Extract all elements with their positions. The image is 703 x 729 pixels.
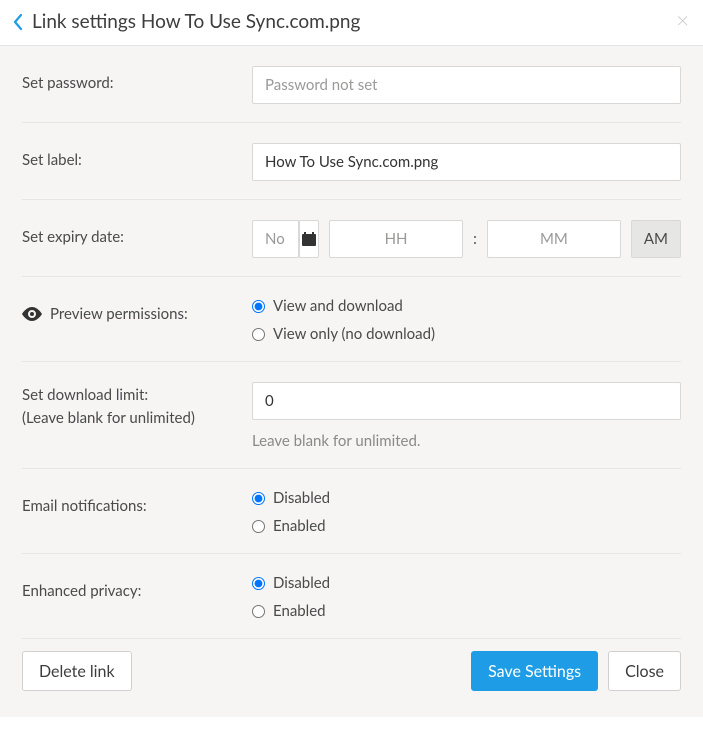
save-settings-button[interactable]: Save Settings: [471, 651, 598, 691]
email-disabled-radio[interactable]: [252, 492, 265, 505]
delete-link-button[interactable]: Delete link: [22, 651, 132, 691]
email-disabled[interactable]: Disabled: [252, 489, 681, 507]
calendar-icon[interactable]: [299, 220, 319, 258]
perm-view-download[interactable]: View and download: [252, 297, 681, 315]
email-enabled[interactable]: Enabled: [252, 517, 681, 535]
privacy-disabled-radio[interactable]: [252, 577, 265, 590]
privacy-enabled-label: Enabled: [273, 602, 326, 620]
privacy-label: Enhanced privacy:: [22, 574, 252, 603]
row-enhanced-privacy: Enhanced privacy: Disabled Enabled: [22, 554, 681, 639]
label-input[interactable]: [252, 143, 681, 181]
email-disabled-label: Disabled: [273, 489, 330, 507]
ampm-toggle[interactable]: AM: [631, 220, 681, 258]
perm-view-only[interactable]: View only (no download): [252, 325, 681, 343]
password-label: Set password:: [22, 66, 252, 95]
privacy-disabled-label: Disabled: [273, 574, 330, 592]
download-limit-input[interactable]: [252, 382, 681, 420]
modal-body-container: Set password: Set label: Set expiry date…: [0, 45, 703, 717]
expiry-hour-input[interactable]: [329, 220, 463, 258]
expiry-date-input[interactable]: [252, 220, 299, 258]
perm-view-download-label: View and download: [273, 297, 403, 315]
row-download-limit: Set download limit: (Leave blank for unl…: [22, 362, 681, 469]
time-colon: :: [473, 230, 477, 248]
footer: Delete link Save Settings Close: [22, 639, 681, 695]
perm-view-only-label: View only (no download): [273, 325, 435, 343]
back-chevron-icon[interactable]: [12, 13, 24, 31]
row-password: Set password:: [22, 46, 681, 123]
email-enabled-label: Enabled: [273, 517, 326, 535]
permissions-label-wrap: Preview permissions:: [22, 297, 252, 326]
privacy-enabled-radio[interactable]: [252, 605, 265, 618]
label-field-label: Set label:: [22, 143, 252, 172]
expiry-minute-input[interactable]: [487, 220, 621, 258]
row-label: Set label:: [22, 123, 681, 200]
row-email-notifications: Email notifications: Disabled Enabled: [22, 469, 681, 554]
close-button[interactable]: Close: [608, 651, 681, 691]
permissions-label: Preview permissions:: [50, 303, 188, 326]
privacy-disabled[interactable]: Disabled: [252, 574, 681, 592]
password-input[interactable]: [252, 66, 681, 104]
privacy-enabled[interactable]: Enabled: [252, 602, 681, 620]
modal-title: Link settings How To Use Sync.com.png: [32, 10, 360, 33]
row-permissions: Preview permissions: View and download V…: [22, 277, 681, 362]
eye-icon: [22, 307, 42, 321]
download-limit-label-wrap: Set download limit: (Leave blank for unl…: [22, 382, 252, 429]
email-notif-label: Email notifications:: [22, 489, 252, 518]
download-limit-label: Set download limit:: [22, 386, 148, 404]
email-enabled-radio[interactable]: [252, 520, 265, 533]
download-limit-hint: Leave blank for unlimited.: [252, 432, 681, 450]
perm-view-download-radio[interactable]: [252, 300, 265, 313]
row-expiry: Set expiry date: : AM: [22, 200, 681, 277]
perm-view-only-radio[interactable]: [252, 328, 265, 341]
close-icon[interactable]: ×: [676, 6, 689, 33]
download-limit-sublabel: (Leave blank for unlimited): [22, 407, 252, 430]
expiry-label: Set expiry date:: [22, 220, 252, 249]
modal-header: Link settings How To Use Sync.com.png ×: [0, 0, 703, 45]
